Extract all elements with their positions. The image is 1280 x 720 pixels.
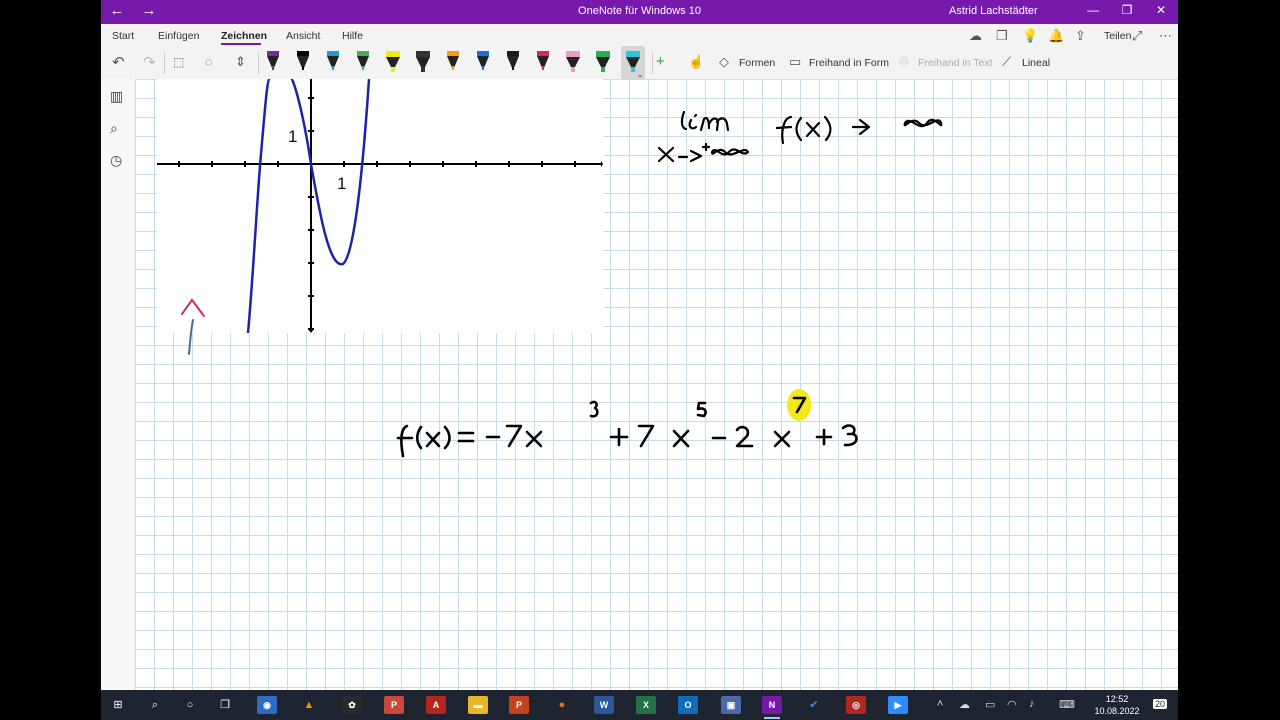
y-tick-label: 1 xyxy=(288,127,297,146)
shapes-icon[interactable]: ◇ xyxy=(719,54,729,70)
pen-swatch[interactable] xyxy=(564,49,582,75)
share-icon[interactable]: ⇪ xyxy=(1075,28,1086,44)
ink-to-text-icon[interactable]: ♲ xyxy=(898,54,910,70)
ribbon-tabs: Start Einfügen Zeichnen Ansicht Hilfe ☁ … xyxy=(101,24,1178,46)
insert-space-icon[interactable]: ⇕ xyxy=(235,54,246,70)
windows-taskbar: ⊞ ⌕ ○ ❐ ◉ ▲ ✿ P A ▬ P ● W X O ▣ N ✔ ◎ ▶ ˄ ☁ ▭ ◠ ♪ ⌨ 12:52 1… xyxy=(101,690,1178,720)
user-name[interactable]: Astrid Lachstädter xyxy=(949,5,1038,17)
right-black-bar xyxy=(1178,0,1280,720)
shapes-button[interactable]: Formen xyxy=(739,57,775,69)
ink-to-shape-button[interactable]: Freihand in Form xyxy=(809,57,889,69)
taskbar-onenote-icon[interactable]: N xyxy=(762,696,782,719)
taskbar-outlook-icon[interactable]: O xyxy=(678,696,698,714)
pen-swatch[interactable] xyxy=(294,49,312,75)
redo-icon[interactable]: ↷ xyxy=(143,53,156,71)
taskbar-powerpoint-icon[interactable]: P xyxy=(509,696,529,714)
keyboard-icon[interactable]: ⌨ xyxy=(1059,698,1075,711)
graph-image: 1 1 xyxy=(157,79,603,333)
pen-swatch[interactable] xyxy=(324,49,342,75)
taskbar-excel-icon[interactable]: X xyxy=(636,696,656,714)
active-tab-indicator xyxy=(221,43,261,45)
tab-hilfe[interactable]: Hilfe xyxy=(342,30,363,42)
pen-swatch[interactable] xyxy=(414,49,432,75)
tab-einfuegen[interactable]: Einfügen xyxy=(158,30,199,42)
toolbar-divider xyxy=(258,52,259,74)
svg-text:⌄: ⌄ xyxy=(637,70,644,79)
eraser-add-icon[interactable]: ◌ xyxy=(205,54,213,69)
lasso-select-icon[interactable]: ⬚ xyxy=(173,55,184,69)
taskbar-cortana-icon[interactable]: ○ xyxy=(180,696,200,714)
touch-draw-icon[interactable]: ☝ xyxy=(688,54,704,70)
notification-badge[interactable]: 20 xyxy=(1153,699,1168,709)
taskbar-windows-start-icon[interactable]: ⊞ xyxy=(108,696,128,714)
clock-time: 12:52 xyxy=(1105,694,1129,704)
undo-icon[interactable]: ↶ xyxy=(112,53,125,71)
volume-icon[interactable]: ♪ xyxy=(1029,698,1035,710)
pen-swatch[interactable]: ⌄ xyxy=(621,46,645,79)
taskbar-todo-icon[interactable]: ✔ xyxy=(804,696,824,714)
taskbar-firefox-icon[interactable]: ● xyxy=(552,696,572,714)
notebooks-icon[interactable]: ▥ xyxy=(110,88,123,105)
battery-icon[interactable]: ▭ xyxy=(985,698,995,711)
draw-toolbar: ↶ ↷ ⬚ ◌ ⇕ ⌄ + ☝ ◇ Formen ▭ Freihand in F… xyxy=(101,46,1178,80)
taskbar-powerpoint-viewer-icon[interactable]: P xyxy=(384,696,404,714)
taskbar-word-icon[interactable]: W xyxy=(594,696,614,714)
pen-swatch[interactable] xyxy=(594,49,612,75)
x-tick-label: 1 xyxy=(337,174,346,193)
taskbar-search-icon[interactable]: ⌕ xyxy=(145,696,165,714)
close-button[interactable]: ✕ xyxy=(1147,3,1175,17)
sync-icon[interactable]: ☁ xyxy=(969,28,982,44)
graph-plot: 1 1 xyxy=(157,79,603,333)
bell-icon[interactable]: 🔔 xyxy=(1048,28,1064,44)
tab-zeichnen[interactable]: Zeichnen xyxy=(221,30,267,42)
more-options-icon[interactable]: ⋯ xyxy=(1159,28,1172,44)
title-bar: ← → OneNote für Windows 10 Astrid Lachst… xyxy=(101,0,1178,24)
network-icon[interactable]: ☁ xyxy=(959,698,970,711)
ruler-icon[interactable]: ⟋ xyxy=(1002,54,1011,70)
search-icon[interactable]: ⌕ xyxy=(110,120,118,137)
recent-notes-icon[interactable]: ◷ xyxy=(110,152,122,169)
pen-swatch[interactable] xyxy=(384,49,402,75)
tab-start[interactable]: Start xyxy=(112,30,134,42)
taskbar-camera-icon[interactable]: ◉ xyxy=(257,696,277,714)
tab-ansicht[interactable]: Ansicht xyxy=(286,30,320,42)
pen-swatch[interactable] xyxy=(264,49,282,75)
x-axis-arrow xyxy=(601,161,603,167)
toolbar-divider xyxy=(164,52,165,74)
ink-to-shape-icon[interactable]: ▭ xyxy=(789,54,801,70)
pages-icon[interactable]: ❐ xyxy=(996,28,1008,44)
taskbar-media-icon[interactable]: ▣ xyxy=(721,696,741,714)
share-button[interactable]: Teilen xyxy=(1104,30,1131,42)
fullscreen-icon[interactable]: ⤢ xyxy=(1132,28,1142,44)
taskbar-explorer-icon[interactable]: ▬ xyxy=(468,696,488,714)
clock-date: 10.08.2022 xyxy=(1094,706,1140,716)
function-curve xyxy=(246,79,371,333)
tray-chevron-icon[interactable]: ˄ xyxy=(937,698,943,710)
ruler-button[interactable]: Lineal xyxy=(1022,57,1050,69)
pen-swatch[interactable] xyxy=(444,49,462,75)
lightbulb-icon[interactable]: 💡 xyxy=(1022,28,1038,44)
minimize-button[interactable]: — xyxy=(1079,3,1107,17)
taskbar-vlc-icon[interactable]: ▲ xyxy=(299,696,319,714)
pen-swatch[interactable] xyxy=(534,49,552,75)
pen-swatch[interactable] xyxy=(354,49,372,75)
onenote-window: ← → OneNote für Windows 10 Astrid Lachst… xyxy=(101,0,1178,690)
pen-swatch[interactable] xyxy=(474,49,492,75)
add-pen-icon[interactable]: + xyxy=(656,53,665,70)
wifi-icon[interactable]: ◠ xyxy=(1007,698,1017,711)
taskbar-zoom-icon[interactable]: ▶ xyxy=(888,696,908,714)
taskbar-task-view-icon[interactable]: ❐ xyxy=(215,696,235,714)
maximize-button[interactable]: ❐ xyxy=(1113,3,1141,17)
taskbar-clock[interactable]: 12:52 10.08.2022 xyxy=(1087,693,1147,717)
ink-to-text-button[interactable]: Freihand in Text xyxy=(918,57,993,69)
navigation-sidebar: ▥ ⌕ ◷ xyxy=(101,79,135,690)
pen-swatch[interactable] xyxy=(504,49,522,75)
taskbar-acrobat-icon[interactable]: A xyxy=(426,696,446,714)
taskbar-settings-icon[interactable]: ✿ xyxy=(342,696,362,714)
taskbar-geogebra-icon[interactable]: ◎ xyxy=(846,696,866,714)
toolbar-divider xyxy=(652,52,653,74)
